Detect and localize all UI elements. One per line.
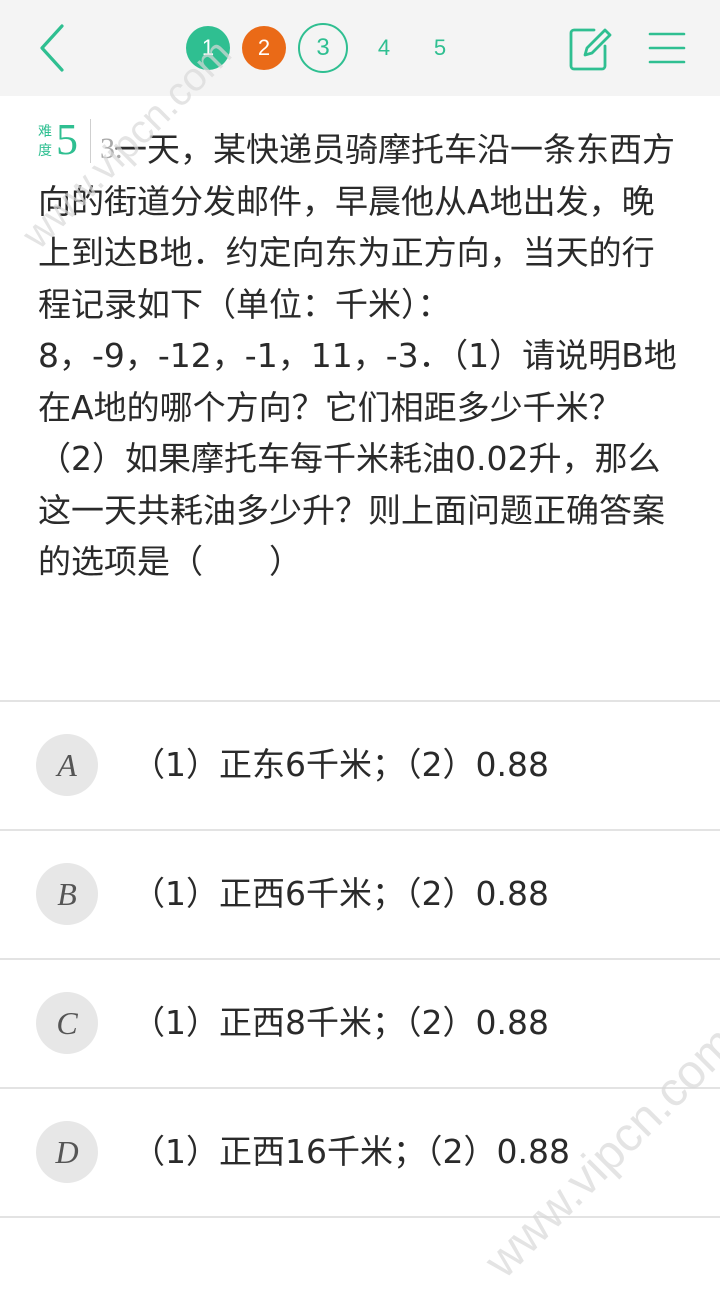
- question-body: 难度 5 3. 一天，某快递员骑摩托车沿一条东西方向的街道分发邮件，早晨他从A地…: [38, 115, 678, 588]
- question-text: 一天，某快递员骑摩托车沿一条东西方向的街道分发邮件，早晨他从A地出发，晚上到达B…: [38, 130, 677, 581]
- option-a[interactable]: A （1）正东6千米；（2）0.88: [0, 702, 720, 828]
- menu-button[interactable]: [648, 30, 686, 66]
- option-letter-c: C: [36, 992, 98, 1054]
- page-2-button[interactable]: 2: [242, 26, 286, 70]
- option-letter-d: D: [36, 1121, 98, 1183]
- option-c[interactable]: C （1）正西8千米；（2）0.88: [0, 960, 720, 1086]
- chevron-left-icon: [40, 24, 64, 72]
- option-text-a: （1）正东6千米；（2）0.88: [132, 745, 549, 784]
- page-5-button[interactable]: 5: [418, 26, 462, 70]
- difficulty-value: 5: [56, 115, 78, 164]
- top-nav-bar: 1 2 3 4 5: [0, 0, 720, 96]
- page-4-button[interactable]: 4: [362, 26, 406, 70]
- edit-button[interactable]: [568, 24, 612, 72]
- divider: [0, 1216, 720, 1218]
- option-text-c: （1）正西8千米；（2）0.88: [132, 1003, 549, 1042]
- option-text-b: （1）正西6千米；（2）0.88: [132, 874, 549, 913]
- option-letter-a: A: [36, 734, 98, 796]
- menu-icon: [648, 32, 686, 64]
- option-text-d: （1）正西16千米；（2）0.88: [132, 1132, 570, 1171]
- option-b[interactable]: B （1）正西6千米；（2）0.88: [0, 831, 720, 957]
- difficulty-label: 难度: [38, 124, 52, 159]
- edit-icon: [569, 28, 612, 71]
- page-3-button[interactable]: 3: [298, 23, 348, 73]
- back-button[interactable]: [30, 22, 80, 74]
- option-letter-b: B: [36, 863, 98, 925]
